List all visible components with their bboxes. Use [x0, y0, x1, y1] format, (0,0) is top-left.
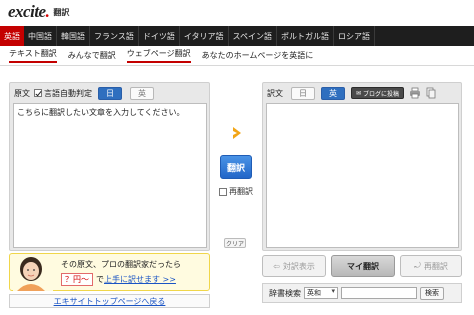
retranslate-icon: ⤾: [414, 261, 421, 270]
target-lang-japanese-button[interactable]: 日: [291, 86, 315, 100]
dictionary-search-input[interactable]: [341, 287, 417, 299]
tab-chinese[interactable]: 中国語: [24, 26, 57, 46]
retranslate-checkbox[interactable]: [219, 187, 227, 196]
tab-russian[interactable]: ロシア語: [334, 26, 375, 46]
sub-nav-homepage-english[interactable]: あなたのホームページを英語に: [202, 50, 314, 61]
logo-subtitle: 翻訳: [53, 7, 70, 17]
dictionary-select[interactable]: 英和: [304, 287, 338, 299]
tab-german[interactable]: ドイツ語: [139, 26, 180, 46]
arrow-right-icon: [233, 127, 241, 139]
back-to-top-link[interactable]: エキサイトトップページへ戻る: [9, 294, 210, 308]
retranslate-option[interactable]: 再翻訳: [219, 186, 253, 197]
print-icon[interactable]: [409, 87, 421, 99]
target-panel: 訳文 日 英 ✉ ブログに投稿: [262, 82, 462, 251]
retranslate-button-label: 再翻訳: [423, 261, 448, 271]
sub-nav-text-translation[interactable]: テキスト翻訳: [9, 48, 57, 63]
sub-nav-webpage-translation[interactable]: ウェブページ翻訳: [126, 48, 191, 63]
dictionary-search: 辞書検索 英和 検索: [262, 283, 462, 303]
tab-italian[interactable]: イタリア語: [180, 26, 229, 46]
source-label: 原文: [14, 88, 30, 98]
sub-nav: テキスト翻訳 みんなで翻訳 ウェブページ翻訳 あなたのホームページを英語に: [0, 46, 474, 66]
target-label: 訳文: [267, 88, 283, 98]
retranslate-button[interactable]: ⤾ 再翻訳: [400, 255, 462, 277]
auto-detect-checkbox[interactable]: [34, 89, 42, 97]
dictionary-label: 辞書検索: [269, 288, 301, 298]
target-text-output: [266, 103, 459, 248]
source-panel: 原文 言語自動判定 日 英 こちらに翻訳したい文章を入力してください。: [9, 82, 210, 251]
compare-view-label: 対訳表示: [282, 261, 315, 271]
my-translation-button[interactable]: マイ翻訳: [331, 255, 395, 277]
language-tab-bar: 英語 中国語 韓国語 フランス語 ドイツ語 イタリア語 スペイン語 ポルトガル語…: [0, 26, 474, 46]
copy-icon[interactable]: [425, 87, 437, 99]
source-lang-english-button[interactable]: 英: [130, 86, 154, 100]
promo-subline: ？円〜 で 上手に訳せます >>: [61, 273, 176, 286]
sub-nav-community-translation[interactable]: みんなで翻訳: [68, 50, 116, 61]
promo-connector: で: [96, 275, 104, 284]
translate-button[interactable]: 翻訳: [220, 155, 252, 179]
target-panel-header: 訳文 日 英 ✉ ブログに投稿: [267, 86, 457, 100]
blog-post-button[interactable]: ✉ ブログに投稿: [351, 87, 405, 99]
header: excite. 翻訳: [0, 0, 474, 24]
compare-view-button[interactable]: ⇦ 対訳表示: [262, 255, 326, 277]
source-lang-japanese-button[interactable]: 日: [98, 86, 122, 100]
tab-french[interactable]: フランス語: [90, 26, 139, 46]
woman-portrait-icon: [13, 255, 53, 291]
swap-arrows-icon: ⇦: [273, 261, 280, 271]
source-panel-header: 原文 言語自動判定 日 英: [14, 86, 205, 100]
auto-detect-label: 言語自動判定: [44, 88, 92, 98]
retranslate-label: 再翻訳: [229, 187, 253, 196]
target-lang-english-button[interactable]: 英: [321, 86, 345, 100]
tab-portuguese[interactable]: ポルトガル語: [277, 26, 334, 46]
tab-spanish[interactable]: スペイン語: [229, 26, 277, 46]
pro-translation-promo: その原文、プロの翻訳家だったら ？円〜 で 上手に訳せます >>: [9, 253, 210, 291]
excite-logo[interactable]: excite. 翻訳: [8, 2, 69, 22]
dictionary-search-button[interactable]: 検索: [420, 286, 444, 300]
source-text-input[interactable]: こちらに翻訳したい文章を入力してください。: [13, 103, 207, 248]
blog-icon: ✉: [356, 89, 362, 97]
logo-wordmark: excite.: [8, 2, 50, 21]
tab-english[interactable]: 英語: [0, 26, 24, 46]
promo-link[interactable]: 上手に訳せます >>: [104, 274, 176, 285]
tab-korean[interactable]: 韓国語: [57, 26, 90, 46]
clear-button[interactable]: クリア: [224, 238, 246, 248]
blog-post-label: ブログに投稿: [363, 90, 400, 98]
promo-headline: その原文、プロの翻訳家だったら: [61, 260, 181, 269]
promo-price-badge: ？円〜: [61, 273, 93, 286]
